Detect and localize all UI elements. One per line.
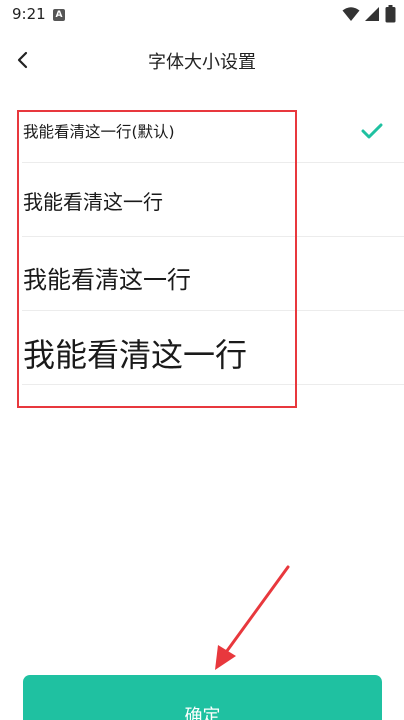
notification-app-icon: A [53, 9, 65, 21]
font-size-settings-screen: 9:21 A 字体大小设置 我能看清这一行(默认) 我能看清这一行 我能看清这一… [0, 0, 404, 720]
font-option-default[interactable]: 我能看清这一行(默认) [0, 92, 404, 163]
font-option-label: 我能看清这一行 [23, 266, 191, 294]
battery-icon [385, 5, 396, 23]
page-title: 字体大小设置 [148, 52, 256, 73]
font-size-option-list: 我能看清这一行(默认) 我能看清这一行 我能看清这一行 我能看清这一行 [0, 92, 404, 385]
status-time: 9:21 [12, 5, 46, 23]
header-bar: 字体大小设置 [0, 40, 404, 80]
checkmark-icon [361, 123, 383, 139]
wifi-icon [342, 7, 360, 21]
font-option-label: 我能看清这一行 [23, 336, 248, 374]
font-option-large[interactable]: 我能看清这一行 [0, 236, 404, 311]
confirm-button[interactable]: 确定 [23, 675, 382, 720]
divider [22, 384, 404, 385]
font-option-label: 我能看清这一行(默认) [23, 123, 175, 141]
status-bar: 9:21 A [0, 0, 404, 30]
font-option-extra-large[interactable]: 我能看清这一行 [0, 310, 404, 385]
font-option-label: 我能看清这一行 [23, 190, 163, 214]
font-option-medium[interactable]: 我能看清这一行 [0, 162, 404, 237]
signal-icon [365, 7, 379, 21]
